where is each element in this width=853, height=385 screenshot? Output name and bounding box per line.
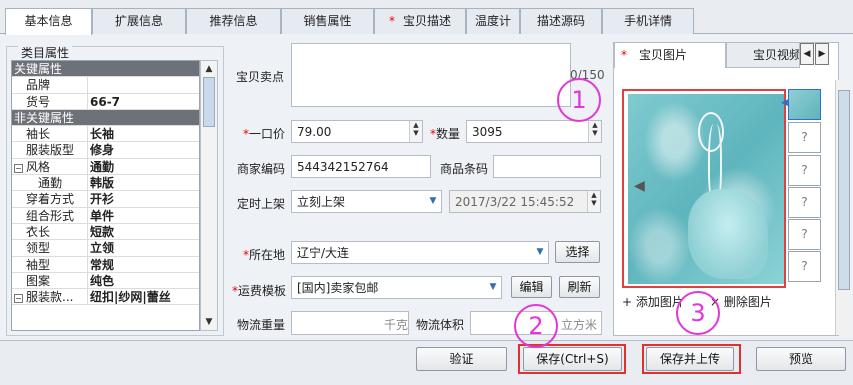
thumbnail-empty[interactable]: ? [788, 251, 821, 282]
quantity-input[interactable]: 3095 [466, 120, 602, 143]
shipping-template-label: *运费模板 [232, 284, 287, 298]
quantity-stepper[interactable]: ▲ ▼ [588, 121, 601, 142]
table-row[interactable]: 品牌 [12, 77, 199, 94]
weight-label: 物流重量 [237, 318, 286, 332]
tab-mobile-details[interactable]: 手机详情 [602, 8, 694, 34]
tab-item-images[interactable]: * 宝贝图片 [614, 42, 726, 68]
tab-sales-attributes[interactable]: 销售属性 [281, 8, 374, 34]
thumbnail-empty[interactable]: ? [788, 187, 821, 218]
attribute-scrollbar[interactable]: ▲ ▼ [200, 60, 218, 331]
save-highlight-box [518, 344, 626, 374]
schedule-time-stepper[interactable]: ▲ ▼ [587, 191, 600, 212]
shipping-edit-button[interactable]: 编辑 [511, 276, 552, 298]
quantity-label: *数量 [430, 127, 461, 141]
barcode-label: 商品条码 [440, 162, 489, 176]
annotation-2: 2 [514, 304, 558, 348]
selling-point-input[interactable] [291, 43, 571, 107]
nonkey-attributes-header: 非关键属性 [12, 109, 199, 127]
verify-button[interactable]: 验证 [416, 347, 507, 371]
annotation-3: 3 [676, 291, 720, 335]
chevron-down-icon[interactable]: ▼ [531, 241, 549, 263]
volume-label: 物流体积 [416, 318, 465, 332]
collapse-icon[interactable]: − [14, 294, 23, 304]
thumbnail-empty[interactable]: ? [788, 122, 821, 153]
table-row[interactable]: 袖型 常规 [12, 256, 199, 273]
thumbnail-selected[interactable] [788, 89, 821, 120]
image-panel-scrollbar[interactable] [835, 80, 851, 335]
price-label: *一口价 [243, 127, 286, 141]
tab-item-video[interactable]: 宝贝视频 [726, 42, 800, 68]
scroll-up-icon[interactable]: ▲ [201, 61, 217, 77]
table-row[interactable]: 穿着方式 开衫 [12, 191, 199, 208]
tab-description-source[interactable]: 描述源码 [520, 8, 602, 34]
merchant-code-input[interactable]: 544342152764 [291, 155, 431, 178]
stepper-up-icon[interactable]: ▲ [589, 121, 601, 129]
annotation-1: 1 [557, 78, 601, 122]
key-attributes-header: 关键属性 [12, 61, 199, 78]
table-row[interactable]: 图案 纯色 [12, 272, 199, 290]
barcode-input[interactable] [493, 155, 601, 178]
chevron-down-icon[interactable]: ▼ [424, 190, 442, 212]
attribute-table: 关键属性 品牌 货号 66-7 非关键属性 袖长 长袖 服装版型 修身 − 风格 通勤 通… [11, 60, 200, 331]
table-row[interactable]: 服装版型 修身 [12, 142, 199, 159]
location-label: *所在地 [243, 248, 286, 262]
shipping-template-select[interactable]: [国内]卖家包邮 [291, 276, 502, 299]
tab-prev-icon[interactable]: ◀ [800, 43, 814, 65]
location-select-button[interactable]: 选择 [555, 241, 600, 263]
location-select[interactable]: 辽宁/大连 [291, 241, 549, 264]
stepper-up-icon[interactable]: ▲ [588, 191, 600, 199]
table-row[interactable]: − 风格 通勤 [12, 158, 199, 176]
stepper-down-icon[interactable]: ▼ [588, 199, 600, 207]
volume-unit: 立方米 [561, 318, 598, 332]
preview-button[interactable]: 预览 [756, 347, 846, 371]
image-highlight-box [622, 89, 786, 288]
tab-basic-info[interactable]: 基本信息 [5, 8, 92, 35]
tab-thermometer[interactable]: 温度计 [466, 8, 520, 34]
table-row[interactable]: 通勤 韩版 [12, 175, 199, 192]
schedule-label: 定时上架 [237, 197, 286, 211]
table-row[interactable]: − 服装款... 纽扣|纱网|蕾丝 [12, 289, 199, 306]
table-row[interactable]: 领型 立领 [12, 240, 199, 257]
collapse-icon[interactable]: − [14, 163, 23, 173]
scroll-thumb[interactable] [203, 77, 215, 127]
table-row[interactable]: 袖长 长袖 [12, 126, 199, 143]
weight-unit: 千克 [384, 318, 409, 332]
tab-next-icon[interactable]: ▶ [815, 43, 829, 65]
shipping-refresh-button[interactable]: 刷新 [559, 276, 600, 298]
schedule-select[interactable]: 立刻上架 [291, 190, 442, 213]
thumbnail-empty[interactable]: ? [788, 219, 821, 250]
merchant-code-label: 商家编码 [237, 162, 286, 176]
scroll-thumb[interactable] [838, 90, 850, 290]
table-row[interactable]: 衣长 短款 [12, 223, 199, 241]
stepper-up-icon[interactable]: ▲ [410, 121, 422, 129]
selling-point-label: 宝贝卖点 [236, 70, 285, 84]
tab-extended-info[interactable]: 扩展信息 [92, 8, 186, 34]
chevron-down-icon[interactable]: ▼ [484, 276, 502, 298]
category-attributes-title: 类目属性 [18, 44, 73, 61]
stepper-down-icon[interactable]: ▼ [589, 129, 601, 137]
save-upload-highlight-box [642, 344, 741, 374]
schedule-time-input[interactable]: 2017/3/22 15:45:52 [449, 190, 601, 213]
tab-item-description[interactable]: * 宝贝描述 [374, 8, 466, 34]
table-row[interactable]: 组合形式 单件 [12, 207, 199, 224]
add-image-button[interactable]: + 添加图片 [622, 293, 684, 310]
selected-thumb-marker-icon: ◀ [781, 98, 788, 108]
stepper-down-icon[interactable]: ▼ [410, 129, 422, 137]
price-input[interactable]: 79.00 [291, 120, 423, 143]
thumbnail-empty[interactable]: ? [788, 155, 821, 186]
table-row[interactable]: 货号 66-7 [12, 93, 199, 110]
tab-recommend-info[interactable]: 推荐信息 [186, 8, 281, 34]
price-stepper[interactable]: ▲ ▼ [409, 121, 422, 142]
scroll-down-icon[interactable]: ▼ [201, 314, 217, 330]
main-tab-bar: 基本信息 扩展信息 推荐信息 销售属性 * 宝贝描述 温度计 描述源码 手机详情 [0, 0, 853, 35]
image-prev-icon[interactable]: ◀ [634, 178, 645, 194]
